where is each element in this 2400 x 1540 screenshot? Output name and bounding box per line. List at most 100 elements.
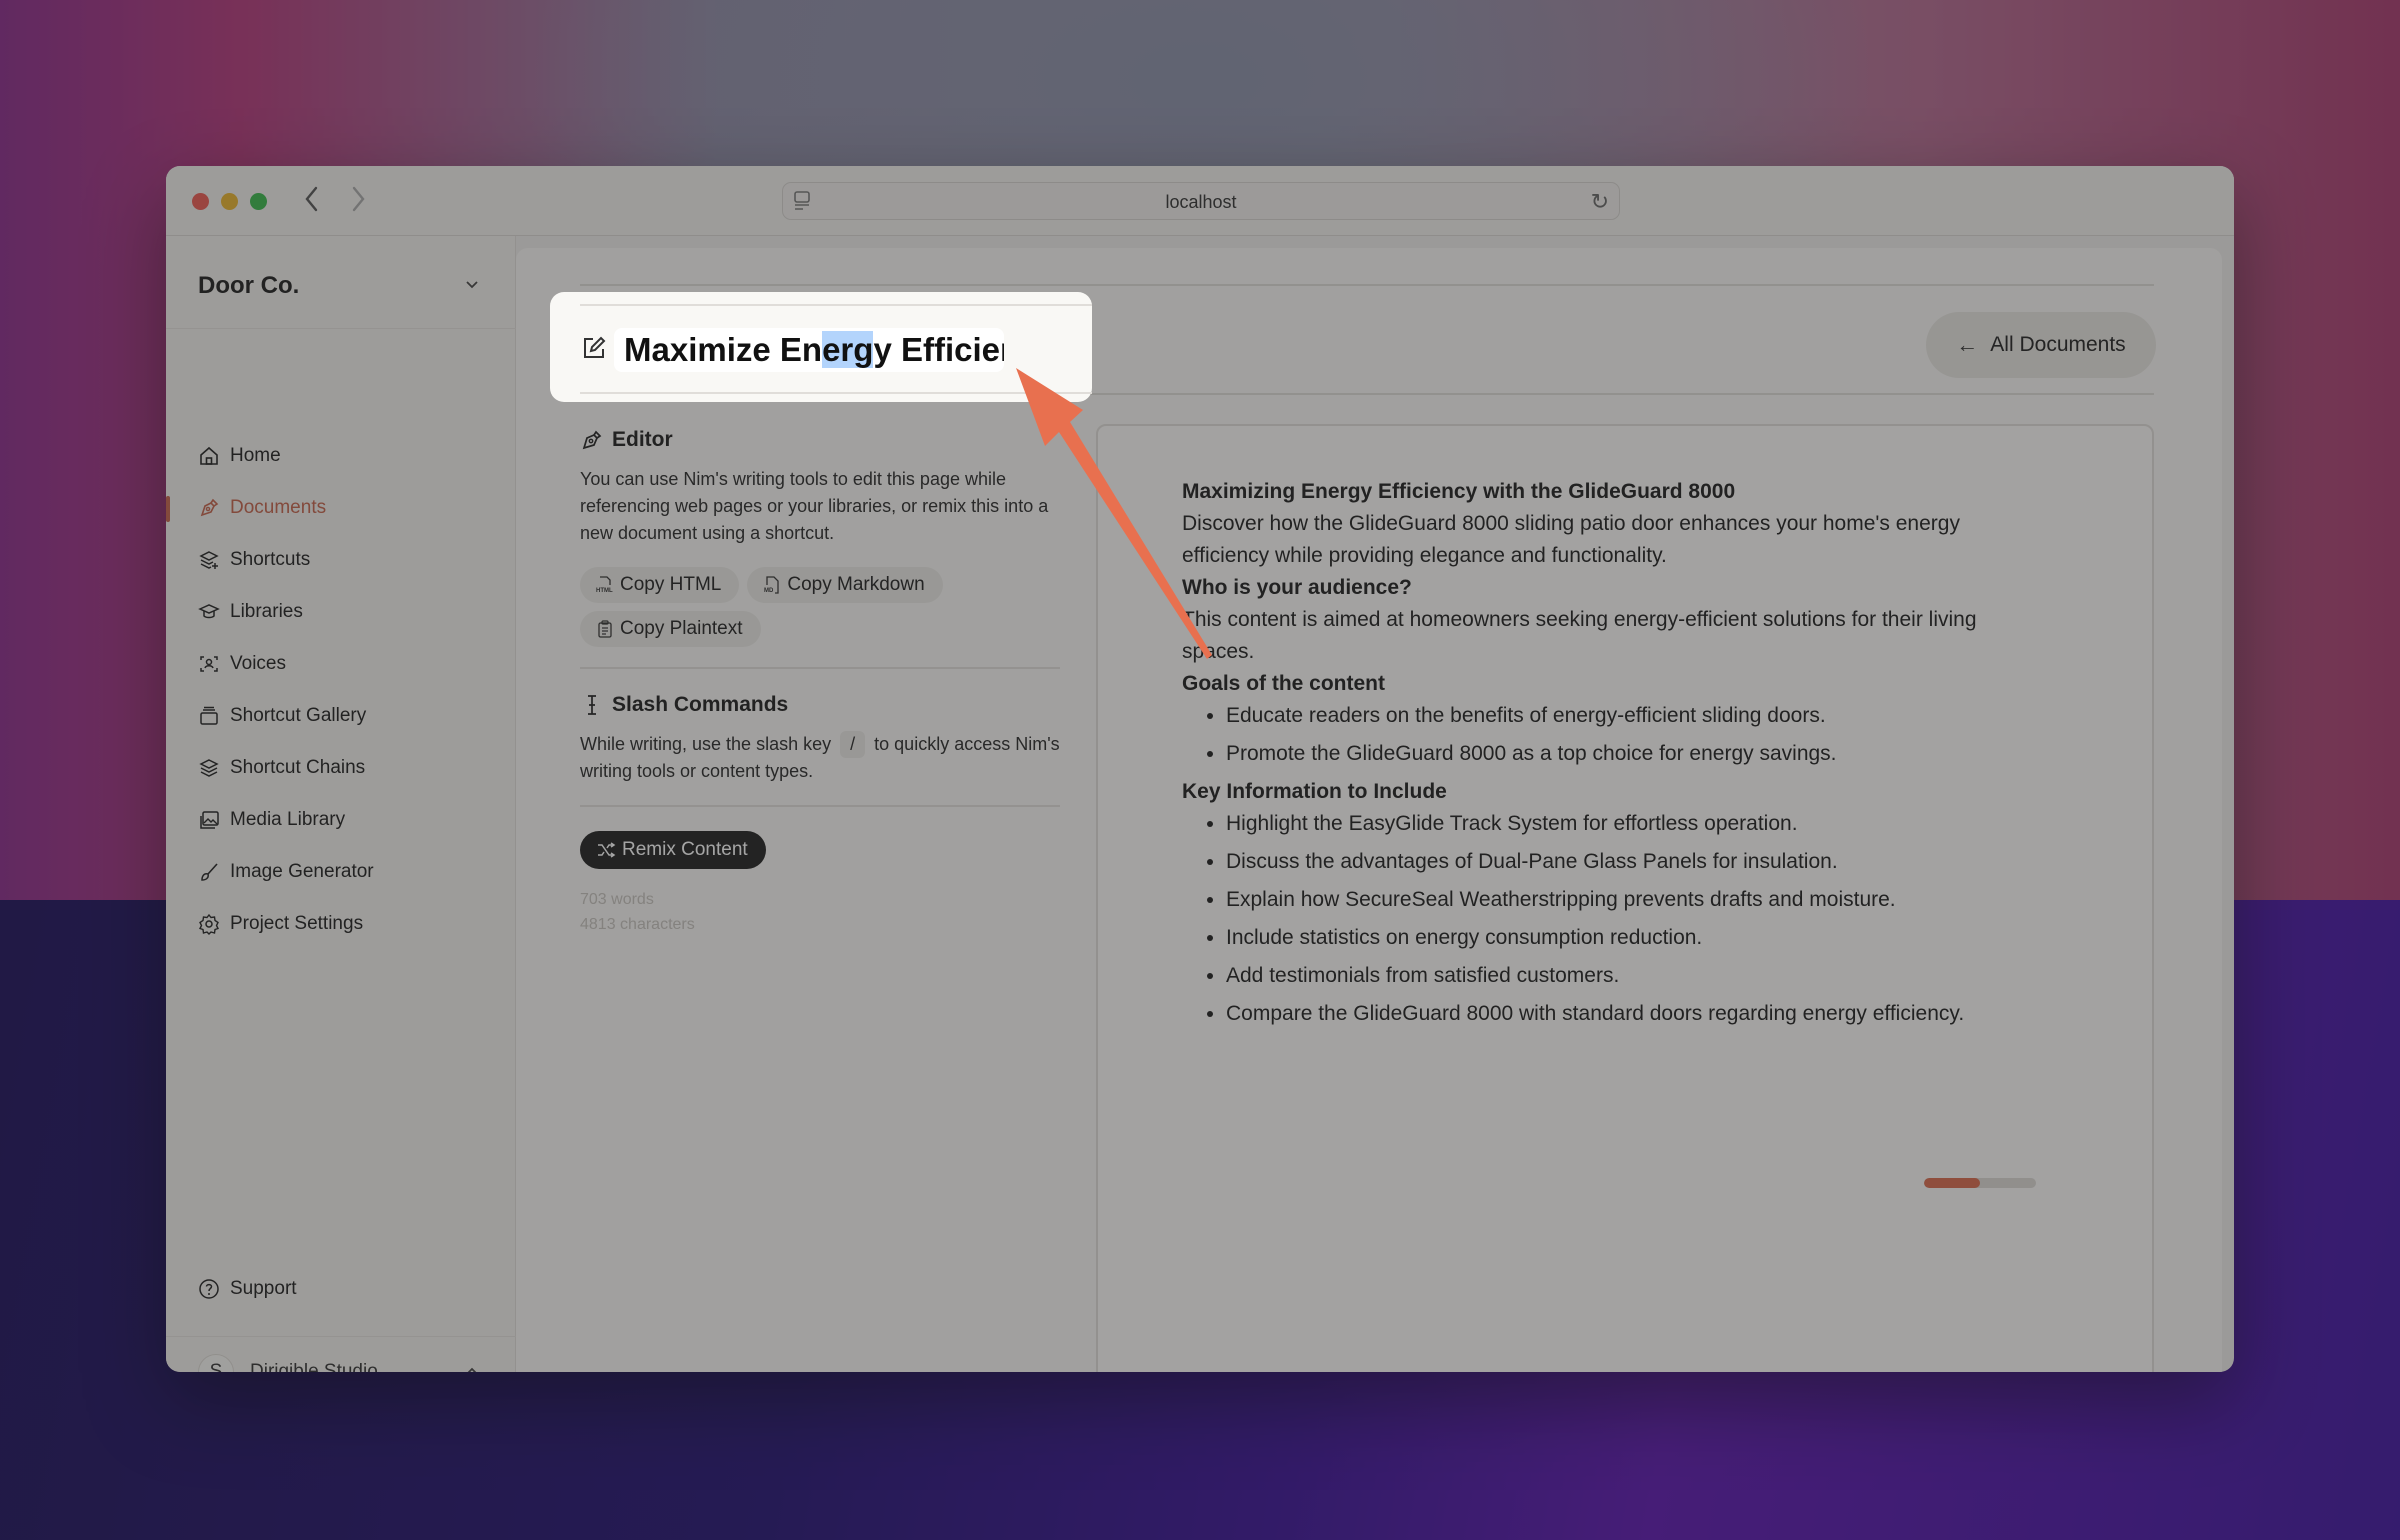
divider xyxy=(166,328,516,329)
sidebar: Door Co. Home Documents Shortcuts Librar… xyxy=(166,236,516,1372)
chevron-down-icon[interactable] xyxy=(462,274,482,294)
list-item: Educate readers on the benefits of energ… xyxy=(1226,700,2022,732)
url-text: localhost xyxy=(1165,192,1237,212)
text-cursor-icon xyxy=(588,695,596,715)
divider xyxy=(580,284,2154,286)
clipboard-icon xyxy=(598,620,612,638)
slash-commands-heading: Slash Commands xyxy=(580,693,1060,717)
list-item: Promote the GlideGuard 8000 as a top cho… xyxy=(1226,738,2022,770)
sidebar-item-label: Home xyxy=(230,445,281,466)
list-item: Explain how SecureSeal Weatherstripping … xyxy=(1226,884,2022,916)
goals-heading: Goals of the content xyxy=(1182,672,1386,695)
sidebar-item-label: Shortcuts xyxy=(230,549,311,570)
document-title-input[interactable]: Maximize Energy Efficienc xyxy=(614,328,1004,372)
divider xyxy=(580,304,1092,306)
sidebar-item-label: Shortcut Chains xyxy=(230,757,366,778)
divider xyxy=(580,667,1060,669)
back-button[interactable] xyxy=(297,184,327,218)
gallery-icon xyxy=(200,706,218,725)
remix-content-button[interactable]: Remix Content xyxy=(580,831,766,869)
copy-buttons: HTML Copy HTML MD Copy Markdown Copy Pla… xyxy=(580,567,1020,647)
markdown-file-icon: MD xyxy=(764,576,780,594)
chevron-right-icon xyxy=(352,186,365,212)
support-link[interactable]: Support xyxy=(198,1272,297,1306)
text-selection: erg xyxy=(822,331,874,368)
goals-list: Educate readers on the benefits of energ… xyxy=(1182,700,2022,770)
browser-window: localhost ↻ Door Co. Home Documents Shor… xyxy=(166,166,2234,1372)
org-name[interactable]: Door Co. xyxy=(198,272,299,300)
sidebar-item-label: Image Generator xyxy=(230,861,374,882)
account-name: Dirigible Studio xyxy=(250,1361,378,1372)
copy-html-button[interactable]: HTML Copy HTML xyxy=(580,567,740,603)
sidebar-item-label: Project Settings xyxy=(230,913,364,934)
voice-scan-icon xyxy=(200,656,218,672)
pen-icon xyxy=(582,430,602,450)
browser-titlebar: localhost ↻ xyxy=(166,166,2234,236)
arrow-left-icon: ← xyxy=(1956,332,1979,357)
document-intro: Discover how the GlideGuard 8000 sliding… xyxy=(1182,512,1960,567)
pen-icon xyxy=(200,498,219,517)
divider xyxy=(580,392,1092,394)
stack-icon xyxy=(199,759,219,777)
sidebar-item-label: Documents xyxy=(230,497,327,518)
reload-icon[interactable]: ↻ xyxy=(1591,189,1609,215)
list-item: Highlight the EasyGlide Track System for… xyxy=(1226,808,2022,840)
document-body[interactable]: Maximizing Energy Efficiency with the Gl… xyxy=(1182,476,2022,1036)
all-documents-button[interactable]: ← All Documents xyxy=(1926,312,2156,378)
editor-panel: Editor You can use Nim's writing tools t… xyxy=(580,428,1060,937)
slash-description: While writing, use the slash key / to qu… xyxy=(580,731,1060,785)
list-item: Include statistics on energy consumption… xyxy=(1226,922,2022,954)
copy-markdown-button[interactable]: MD Copy Markdown xyxy=(747,567,943,603)
sidebar-item-label: Shortcut Gallery xyxy=(230,705,367,726)
sidebar-item-label: Voices xyxy=(230,653,286,674)
support-label: Support xyxy=(230,1278,297,1299)
title-spotlight: Maximize Energy Efficienc xyxy=(550,292,1092,402)
active-indicator xyxy=(166,496,170,522)
sidebar-item-label: Media Library xyxy=(230,809,346,830)
progress-fill xyxy=(1924,1178,1980,1188)
graduation-cap-icon xyxy=(198,604,220,619)
account-switcher[interactable]: S Dirigible Studio xyxy=(198,1354,378,1372)
list-item: Compare the GlideGuard 8000 with standar… xyxy=(1226,998,2022,1030)
sidebar-item-voices[interactable]: Voices xyxy=(198,647,286,681)
sidebar-item-shortcut-chains[interactable]: Shortcut Chains xyxy=(198,751,365,785)
html-file-icon: HTML xyxy=(596,576,613,594)
slash-key: / xyxy=(840,731,866,758)
sidebar-item-home[interactable]: Home xyxy=(198,439,281,473)
copy-plaintext-button[interactable]: Copy Plaintext xyxy=(580,611,761,647)
shuffle-icon xyxy=(598,842,616,858)
editor-heading: Editor xyxy=(580,428,1060,452)
layers-plus-icon xyxy=(199,551,219,569)
sidebar-item-libraries[interactable]: Libraries xyxy=(198,595,303,629)
all-documents-label: All Documents xyxy=(1990,333,2126,356)
editor-description: You can use Nim's writing tools to edit … xyxy=(580,469,1049,543)
sidebar-item-image-generator[interactable]: Image Generator xyxy=(198,855,374,889)
home-icon xyxy=(200,446,218,465)
edit-icon xyxy=(584,336,606,358)
zoom-window-button[interactable] xyxy=(250,193,267,210)
sidebar-item-media-library[interactable]: Media Library xyxy=(198,803,345,837)
svg-text:HTML: HTML xyxy=(596,588,613,594)
brush-icon xyxy=(201,863,218,881)
document-stats: 703 words 4813 characters xyxy=(580,887,1060,937)
avatar: S xyxy=(198,1354,234,1372)
list-item: Discuss the advantages of Dual-Pane Glas… xyxy=(1226,846,2022,878)
chevron-up-icon[interactable] xyxy=(462,1362,482,1372)
minimize-window-button[interactable] xyxy=(221,193,238,210)
address-bar[interactable]: localhost ↻ xyxy=(782,182,1620,220)
sidebar-item-shortcuts[interactable]: Shortcuts xyxy=(198,543,310,577)
sidebar-item-documents[interactable]: Documents xyxy=(198,491,326,525)
close-window-button[interactable] xyxy=(192,193,209,210)
chevron-left-icon xyxy=(305,186,318,212)
list-item: Add testimonials from satisfied customer… xyxy=(1226,960,2022,992)
audience-heading: Who is your audience? xyxy=(1182,576,1412,599)
audience-text: This content is aimed at homeowners seek… xyxy=(1182,608,1977,663)
document-editor[interactable]: Maximizing Energy Efficiency with the Gl… xyxy=(1096,424,2154,1372)
forward-button[interactable] xyxy=(343,184,373,218)
document-title: Maximizing Energy Efficiency with the Gl… xyxy=(1182,480,1736,503)
sidebar-item-shortcut-gallery[interactable]: Shortcut Gallery xyxy=(198,699,366,733)
sidebar-item-project-settings[interactable]: Project Settings xyxy=(198,907,363,941)
main-content: ← All Documents Editor You can use Nim's… xyxy=(516,248,2222,1372)
sidebar-item-label: Libraries xyxy=(230,601,303,622)
key-info-list: Highlight the EasyGlide Track System for… xyxy=(1182,808,2022,1030)
